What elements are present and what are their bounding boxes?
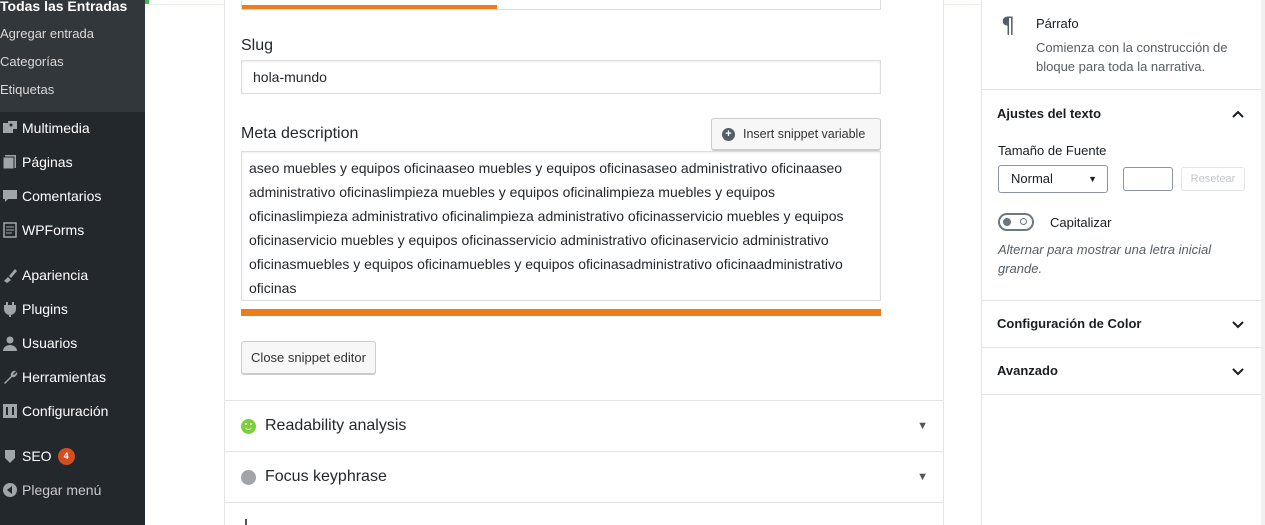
menu-item-usuarios[interactable]: Usuarios [0, 328, 145, 358]
advanced-title[interactable]: Avanzado [997, 363, 1058, 378]
submenu-add-post[interactable]: Agregar entrada [0, 26, 94, 41]
font-size-value: Normal [1011, 171, 1053, 186]
menu-item-wpforms[interactable]: WPForms [0, 215, 145, 245]
collapse-icon [0, 480, 20, 500]
menu-item-multimedia[interactable]: Multimedia [0, 113, 145, 143]
pages-icon [0, 152, 20, 172]
panel-scrollbar[interactable] [1261, 0, 1265, 525]
custom-font-size-input[interactable] [1123, 167, 1173, 191]
caret-down-icon: ▼ [917, 420, 928, 432]
submenu-tags[interactable]: Etiquetas [0, 82, 54, 97]
drop-cap-toggle[interactable] [998, 213, 1034, 231]
submenu-all-posts[interactable]: Todas las Entradas [0, 0, 127, 14]
caret-down-icon: ▼ [917, 471, 928, 483]
comments-icon [0, 186, 20, 206]
caret-down-icon: ▼ [1088, 174, 1097, 184]
menu-label: Plugins [22, 301, 68, 317]
media-icon [0, 118, 20, 138]
focus-keyphrase-toggle[interactable]: Focus keyphrase ▼ [225, 451, 943, 502]
menu-item-herramientas[interactable]: Herramientas [0, 362, 145, 392]
insert-snippet-variable-button[interactable]: + Insert snippet variable [711, 118, 881, 150]
meta-description-label: Meta description [241, 125, 359, 142]
next-section-row[interactable] [225, 502, 943, 525]
menu-label: Herramientas [22, 369, 107, 385]
block-name: Párrafo [1036, 16, 1079, 31]
menu-item-collapse[interactable]: Plegar menú [0, 475, 145, 505]
appearance-icon [0, 265, 20, 285]
settings-icon [0, 401, 20, 421]
wpforms-icon [0, 220, 20, 240]
chevron-up-icon[interactable] [1231, 107, 1245, 121]
menu-label: Usuarios [22, 335, 78, 351]
menu-item-seo[interactable]: SEO 4 [0, 441, 145, 471]
drop-cap-help: Alternar para mostrar una letra inicial … [998, 242, 1212, 276]
snippet-preview-progress [241, 0, 881, 10]
divider [982, 394, 1261, 395]
font-size-select[interactable]: Normal ▼ [998, 165, 1108, 193]
divider [982, 300, 1261, 301]
meta-description-input[interactable]: aseo muebles y equipos oficinaaseo muebl… [241, 151, 881, 301]
font-size-label: Tamaño de Fuente [998, 143, 1107, 158]
seo-icon [0, 446, 20, 466]
menu-label: Plegar menú [22, 482, 102, 498]
menu-label: Comentarios [22, 188, 102, 204]
block-description: Comienza con la construcción de bloque p… [1036, 40, 1228, 74]
menu-label: Multimedia [22, 120, 90, 136]
plugins-icon [0, 299, 20, 319]
menu-item-plugins[interactable]: Plugins [0, 294, 145, 324]
seo-notification-badge: 4 [57, 447, 75, 465]
divider [982, 89, 1261, 90]
menu-item-apariencia[interactable]: Apariencia [0, 260, 145, 290]
toggle-knob [1003, 218, 1011, 226]
color-settings-title[interactable]: Configuración de Color [997, 316, 1141, 331]
insert-snippet-variable-label: Insert snippet variable [743, 127, 866, 141]
tools-icon [0, 367, 20, 387]
chevron-down-icon[interactable] [1231, 317, 1245, 331]
drop-cap-label: Capitalizar [1050, 215, 1112, 230]
menu-label: SEO [22, 448, 52, 464]
menu-item-comentarios[interactable]: Comentarios [0, 181, 145, 211]
menu-item-paginas[interactable]: Páginas [0, 147, 145, 177]
users-icon [0, 333, 20, 353]
slug-label: Slug [241, 37, 274, 54]
meta-description-progress-fill [241, 309, 881, 316]
snippet-preview-progress-fill [242, 5, 498, 9]
reset-font-size-button[interactable]: Resetear [1181, 167, 1245, 191]
slug-input[interactable]: hola-mundo [241, 60, 881, 94]
menu-item-configuracion[interactable]: Configuración [0, 396, 145, 426]
menu-label: WPForms [22, 222, 85, 238]
status-dot-icon [241, 469, 256, 485]
focus-keyphrase-label: Focus keyphrase [265, 468, 387, 485]
menu-label: Configuración [22, 403, 109, 419]
chevron-down-icon[interactable] [1231, 364, 1245, 378]
meta-description-progress [241, 309, 881, 316]
readability-analysis-toggle[interactable]: Readability analysis ▼ [225, 400, 943, 451]
menu-label: Páginas [22, 154, 73, 170]
smiley-good-icon [241, 418, 256, 434]
paragraph-icon: ¶ [1001, 14, 1015, 39]
close-snippet-editor-button[interactable]: Close snippet editor [241, 341, 376, 374]
divider [982, 347, 1261, 348]
menu-label: Apariencia [22, 267, 89, 283]
plus-icon [245, 519, 247, 525]
text-settings-title[interactable]: Ajustes del texto [997, 106, 1101, 121]
toggle-off-icon [1020, 218, 1027, 225]
readability-analysis-label: Readability analysis [265, 417, 407, 434]
submenu-categories[interactable]: Categorías [0, 54, 64, 69]
add-circle-icon: + [722, 127, 735, 141]
